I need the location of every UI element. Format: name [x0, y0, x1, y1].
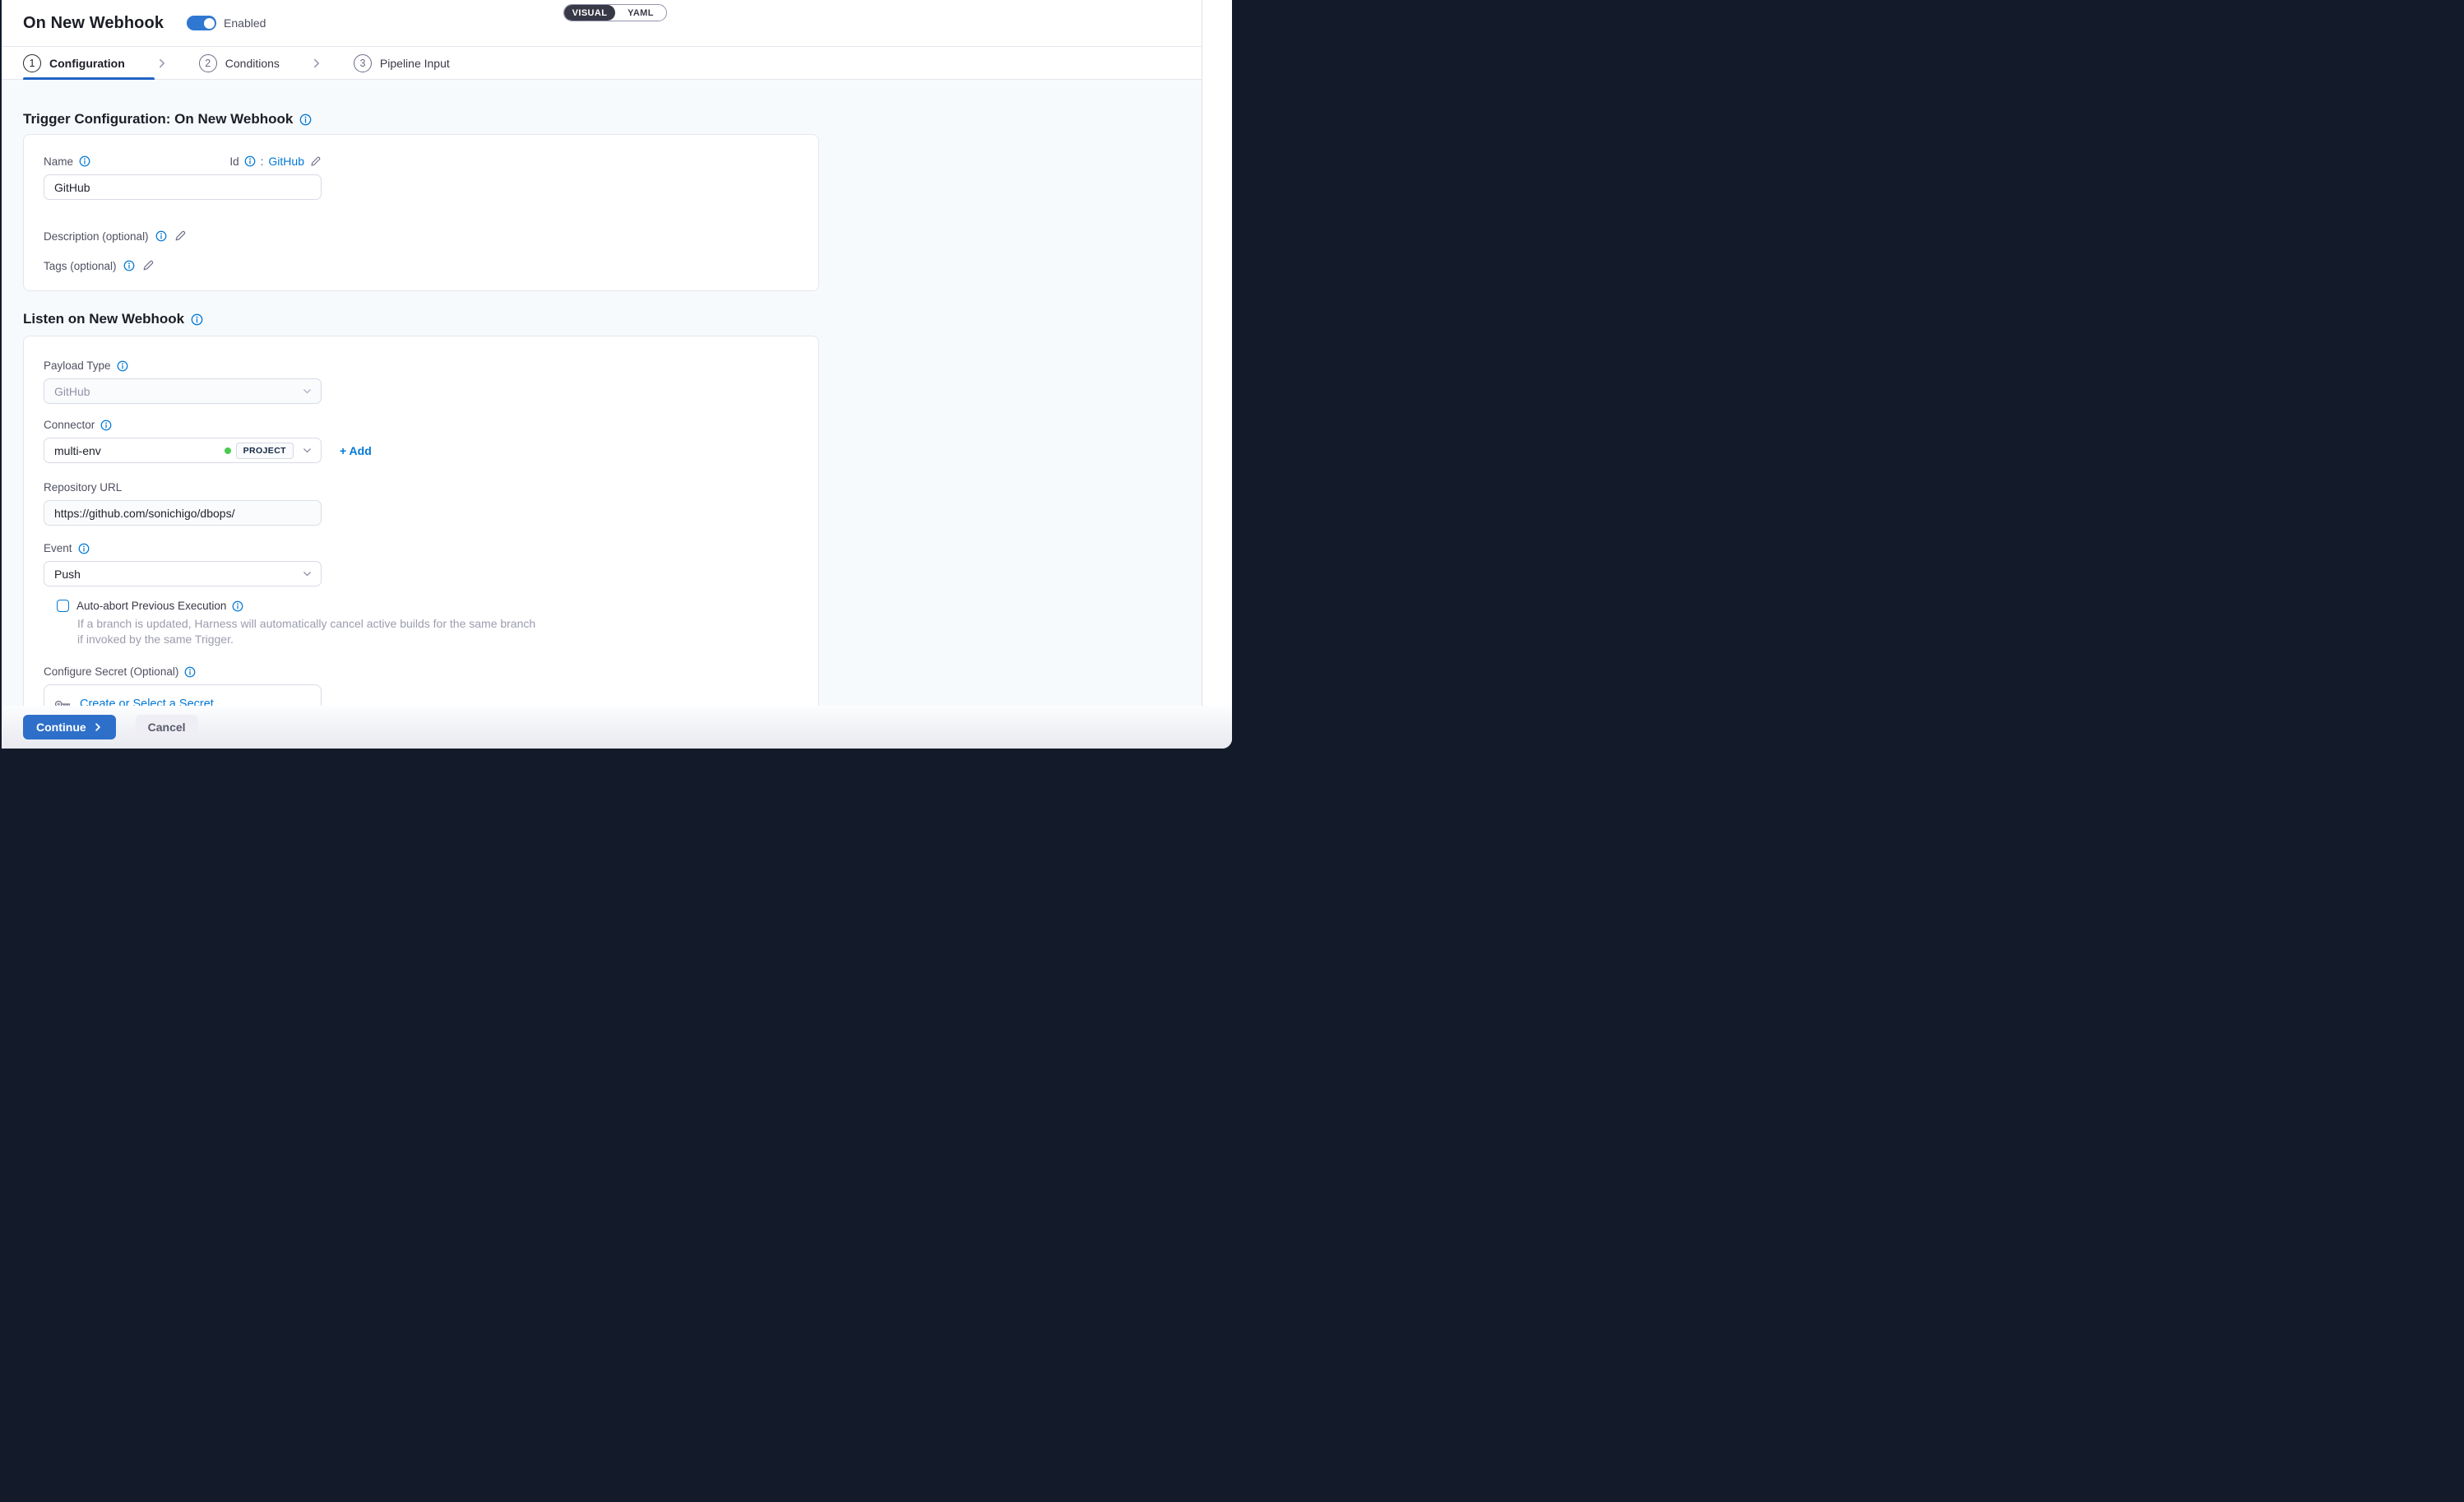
configure-secret-label: Configure Secret (Optional)	[44, 665, 178, 678]
step-number-badge: 3	[354, 54, 372, 72]
payload-type-field: Payload Type GitHub	[44, 359, 799, 404]
info-icon[interactable]	[184, 666, 196, 678]
edit-pencil-icon[interactable]	[309, 155, 322, 168]
event-label: Event	[44, 542, 72, 554]
id-group: Id : GitHub	[229, 155, 322, 168]
add-connector-button[interactable]: + Add	[340, 444, 372, 457]
id-label: Id	[229, 155, 239, 168]
chevron-down-icon	[302, 445, 313, 456]
chevron-right-icon	[156, 58, 168, 69]
configuration-form: Trigger Configuration: On New Webhook Na…	[2, 80, 1202, 749]
auto-abort-help-line1: If a branch is updated, Harness will aut…	[77, 616, 620, 632]
continue-button-label: Continue	[36, 721, 86, 734]
connector-value: multi-env	[54, 444, 225, 457]
repository-url-field: Repository URL	[44, 481, 799, 526]
step-label: Conditions	[225, 57, 280, 70]
info-icon[interactable]	[244, 155, 256, 167]
configure-secret-label-group: Configure Secret (Optional)	[44, 665, 799, 678]
info-icon[interactable]	[191, 313, 203, 326]
connector-label: Connector	[44, 419, 95, 431]
name-label: Name	[44, 155, 73, 168]
edit-pencil-icon[interactable]	[141, 259, 155, 272]
chevron-down-icon	[302, 568, 313, 579]
visual-yaml-toggle: VISUAL YAML	[563, 4, 667, 21]
tags-row: Tags (optional)	[44, 259, 799, 272]
payload-type-label-group: Payload Type	[44, 359, 799, 372]
tab-conditions[interactable]: 2 Conditions	[199, 54, 280, 72]
trigger-configuration-heading-text: Trigger Configuration: On New Webhook	[23, 111, 293, 127]
step-tabbar: 1 Configuration 2 Conditions 3 Pipeline …	[2, 47, 1202, 80]
auto-abort-row: Auto-abort Previous Execution	[57, 600, 799, 612]
auto-abort-help-line2: if invoked by the same Trigger.	[77, 632, 620, 647]
listen-heading: Listen on New Webhook	[23, 311, 1202, 327]
tab-pipeline-input[interactable]: 3 Pipeline Input	[354, 54, 450, 72]
edit-pencil-icon[interactable]	[174, 229, 187, 243]
info-icon[interactable]	[78, 543, 90, 554]
tab-configuration[interactable]: 1 Configuration	[23, 54, 125, 72]
cancel-button-label: Cancel	[148, 721, 186, 734]
description-label: Description (optional)	[44, 230, 149, 243]
visual-tab[interactable]: VISUAL	[564, 5, 615, 21]
name-id-row: Name Id : GitHub	[44, 155, 322, 168]
chevron-down-icon	[302, 386, 313, 396]
auto-abort-label: Auto-abort Previous Execution	[76, 600, 226, 612]
trigger-configuration-heading: Trigger Configuration: On New Webhook	[23, 111, 1202, 127]
repository-url-input[interactable]	[44, 500, 322, 526]
step-number-badge: 1	[23, 54, 41, 72]
info-icon[interactable]	[117, 360, 128, 372]
continue-button[interactable]: Continue	[23, 715, 116, 739]
auto-abort-label-group: Auto-abort Previous Execution	[76, 600, 243, 612]
tags-label: Tags (optional)	[44, 260, 117, 272]
enabled-toggle[interactable]	[187, 16, 216, 30]
auto-abort-help-text: If a branch is updated, Harness will aut…	[77, 616, 620, 647]
repository-url-label: Repository URL	[44, 481, 122, 494]
toggle-knob-icon	[203, 17, 215, 30]
wizard-footer: Continue Cancel	[2, 706, 1232, 749]
chevron-right-icon	[93, 722, 103, 732]
yaml-tab[interactable]: YAML	[615, 5, 666, 21]
info-icon[interactable]	[79, 155, 90, 167]
trigger-wizard-panel: On New Webhook Enabled VISUAL YAML 1 Con…	[2, 0, 1232, 749]
repository-url-label-group: Repository URL	[44, 481, 799, 494]
cancel-button[interactable]: Cancel	[136, 715, 198, 739]
page-title: On New Webhook	[23, 14, 164, 33]
info-icon[interactable]	[123, 260, 135, 271]
event-value: Push	[54, 568, 302, 581]
info-icon[interactable]	[299, 114, 312, 126]
listen-card: Payload Type GitHub Connector	[23, 336, 819, 743]
payload-type-select[interactable]: GitHub	[44, 378, 322, 404]
auto-abort-checkbox[interactable]	[57, 600, 69, 612]
description-row: Description (optional)	[44, 229, 799, 243]
id-value-link[interactable]: GitHub	[268, 155, 304, 168]
listen-heading-text: Listen on New Webhook	[23, 311, 184, 327]
step-number-badge: 2	[199, 54, 217, 72]
connector-field: Connector multi-env PROJECT	[44, 419, 799, 463]
event-field: Event Push	[44, 542, 799, 586]
trigger-configuration-card: Name Id : GitHub	[23, 134, 819, 291]
info-icon[interactable]	[100, 420, 112, 431]
connector-select[interactable]: multi-env PROJECT	[44, 438, 322, 463]
name-input[interactable]	[44, 174, 322, 200]
event-select[interactable]: Push	[44, 561, 322, 586]
connector-label-group: Connector	[44, 419, 799, 431]
enabled-toggle-group: Enabled	[187, 16, 266, 30]
wizard-header: On New Webhook Enabled VISUAL YAML	[2, 0, 1202, 47]
info-icon[interactable]	[232, 600, 243, 612]
event-label-group: Event	[44, 542, 799, 554]
enabled-label: Enabled	[224, 16, 266, 30]
chevron-right-icon	[311, 58, 322, 69]
main-column: On New Webhook Enabled VISUAL YAML 1 Con…	[2, 0, 1202, 749]
payload-type-value: GitHub	[54, 385, 302, 398]
id-separator: :	[261, 155, 264, 168]
right-rail	[1202, 0, 1232, 749]
step-label: Pipeline Input	[380, 57, 450, 70]
info-icon[interactable]	[155, 230, 167, 242]
payload-type-label: Payload Type	[44, 359, 111, 372]
connector-row: multi-env PROJECT + Add	[44, 438, 799, 463]
connector-scope-badge: PROJECT	[236, 443, 294, 459]
name-label-group: Name	[44, 155, 90, 168]
step-label: Configuration	[49, 57, 125, 70]
connector-status-dot-icon	[225, 447, 231, 454]
